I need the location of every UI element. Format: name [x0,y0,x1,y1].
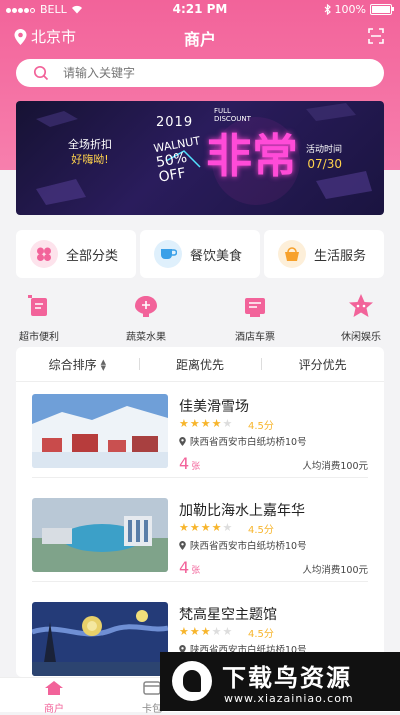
category-label: 生活服务 [314,248,367,264]
nav-bar: 北京市 商户 [0,24,400,52]
search-input[interactable] [61,65,365,81]
sort-rating[interactable]: 评分优先 [261,356,384,373]
search-icon [33,65,49,81]
average-spend: 人均消费100元 [302,565,368,576]
sort-bar: 综合排序 ▲ ▼ 距离优先 评分优先 [16,347,384,382]
subcategory-hotel[interactable]: 酒店车票 [220,292,290,343]
category-life-service[interactable]: 生活服务 [264,230,384,278]
subcategory-label: 蔬菜水果 [126,332,166,343]
grid-icon [30,240,58,268]
category-row: 全部分类 餐饮美食 生活服务 [16,230,384,278]
merchant-photo-ski [32,394,168,468]
subcategory-label: 休闲娱乐 [341,332,381,343]
search-bar[interactable] [16,59,384,87]
cup-icon [154,240,182,268]
rating-score: 4.5分 [248,629,274,640]
banner-event-label: 活动时间 [305,145,342,155]
subcategory-fruit[interactable]: 蔬菜水果 [111,292,181,343]
status-bar: BELL 4:21 PM 100% [0,0,400,18]
merchant-photo-waterpark [32,498,168,572]
rating-score: 4.5分 [248,421,274,432]
rating-stars: ★★★★★ [179,417,234,430]
home-icon [45,681,63,695]
banner-left-text: 全场折扣 好嗨呦! [68,137,112,167]
sort-label: 评分优先 [298,357,347,372]
address-text: 陕西省西安市白纸坊桥10号 [190,541,307,552]
merchant-name: 加勒比海水上嘉年华 [179,503,305,519]
ticket-count: 4张 [179,558,200,577]
merchant-list-panel: 综合排序 ▲ ▼ 距离优先 评分优先 佳美滑雪场 ★★★★★ 4.5分 陕西省西安市… [16,347,384,677]
location-pin-icon [179,540,186,550]
page-title: 商户 [183,30,216,49]
merchant-name: 梵高星空主题馆 [179,607,277,623]
sort-arrows-icon: ▲ ▼ [100,358,107,372]
banner-left-line1: 全场折扣 [68,138,112,151]
ticket-count-value: 4 [179,454,190,473]
banner-year: 2019 [156,115,194,130]
subcategory-row: 超市便利 蔬菜水果 酒店车票 休闲娱乐 [0,292,400,343]
banner-full-discount: FULL DISCOUNT [214,107,251,123]
ticket-icon [245,298,265,317]
ticket-count: 4张 [179,454,200,473]
star-icon [349,294,373,317]
banner-walnut: WALNUT 50% OFF [152,133,206,185]
ticket-count-unit: 张 [191,462,201,472]
rating-stars: ★★★★★ [179,625,234,638]
battery-percent: 100% [334,3,366,16]
category-food[interactable]: 餐饮美食 [140,230,260,278]
merchant-address: 陕西省西安市白纸坊桥10号 [179,434,307,448]
category-label: 全部分类 [66,248,119,264]
subcategory-label: 酒店车票 [235,332,275,343]
ticket-count-value: 4 [179,558,190,577]
tab-merchant[interactable]: 商户 [14,680,94,715]
battery-icon [370,4,394,15]
category-all[interactable]: 全部分类 [16,230,136,278]
merchant-name: 佳美滑雪场 [179,399,249,415]
tab-label: 商户 [44,704,64,715]
rating-stars: ★★★★★ [179,521,234,534]
merchant-item[interactable]: 佳美滑雪场 ★★★★★ 4.5分 陕西省西安市白纸坊桥10号 4张 人均消费10… [16,382,384,478]
subcategory-supermarket[interactable]: 超市便利 [4,292,74,343]
scan-icon[interactable] [368,28,384,44]
ticket-count-unit: 张 [191,566,201,576]
fruit-icon [135,296,157,317]
sort-label: 综合排序 [48,357,97,372]
banner-left-line2: 好嗨呦! [71,153,109,166]
rating-score: 4.5分 [248,525,274,536]
card-icon [143,681,161,695]
basket-icon [278,240,306,268]
sort-distance[interactable]: 距离优先 [138,356,262,373]
watermark-title: 下载鸟资源 [222,664,352,692]
merchant-address: 陕西省西安市白纸坊桥10号 [179,538,307,552]
sort-label: 距离优先 [176,357,225,372]
category-label: 餐饮美食 [190,248,243,264]
promo-banner[interactable]: 全场折扣 好嗨呦! 2019 FULL DISCOUNT WALNUT 50% … [16,101,384,215]
bluetooth-icon [324,4,331,15]
divider [32,477,368,478]
merchant-item[interactable]: 加勒比海水上嘉年华 ★★★★★ 4.5分 陕西省西安市白纸坊桥10号 4张 人均… [16,486,384,582]
banner-event: 活动时间 07/30 [306,143,342,171]
banner-headline: 非常 [206,129,298,183]
watermark-logo [172,661,212,701]
divider [32,581,368,582]
sort-comprehensive[interactable]: 综合排序 ▲ ▼ [16,356,139,373]
average-spend: 人均消费100元 [302,461,368,472]
banner-event-date: 07/30 [307,157,342,171]
watermark: 下载鸟资源 www.xiazainiao.com [160,652,400,711]
location-pin-icon [179,436,186,446]
subcategory-label: 超市便利 [19,332,59,343]
shopping-bag-icon [28,295,47,316]
watermark-url: www.xiazainiao.com [224,692,354,705]
subcategory-leisure[interactable]: 休闲娱乐 [326,292,396,343]
address-text: 陕西省西安市白纸坊桥10号 [190,437,307,448]
merchant-photo-starry-night [32,602,168,676]
